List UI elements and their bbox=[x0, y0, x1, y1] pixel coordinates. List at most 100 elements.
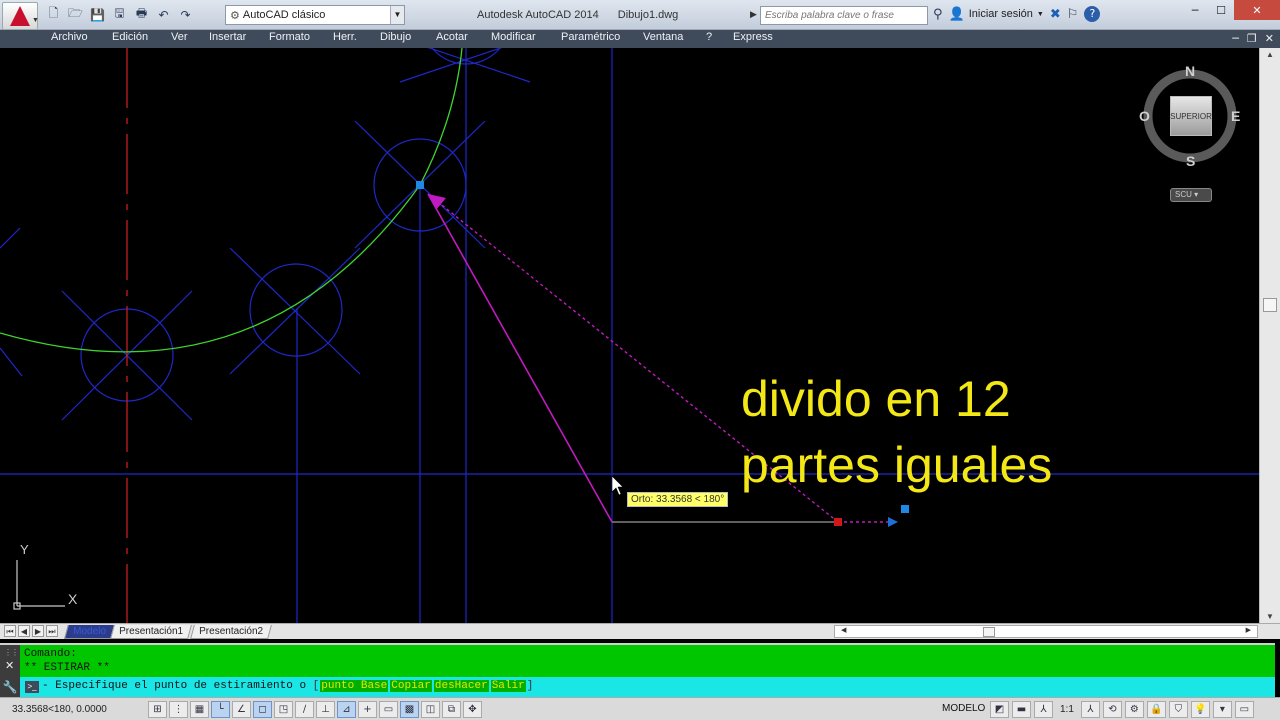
ucs-menu-button[interactable]: SCU ▾ bbox=[1170, 188, 1212, 202]
3d-osnap-icon[interactable]: ◳ bbox=[274, 701, 293, 718]
menu-ventana[interactable]: Ventana bbox=[643, 31, 683, 43]
print-icon[interactable]: 🖶 bbox=[132, 5, 151, 24]
osnap-icon[interactable]: ◻ bbox=[253, 701, 272, 718]
menu-edicion[interactable]: Edición bbox=[112, 31, 148, 43]
annotation-line-1: divido en 12 bbox=[741, 371, 1011, 427]
compass-west[interactable]: O bbox=[1139, 108, 1150, 124]
viewcube-face[interactable]: SUPERIOR bbox=[1170, 96, 1212, 136]
doc-close-icon[interactable]: ✕ bbox=[1265, 32, 1274, 45]
menu-archivo[interactable]: Archivo bbox=[51, 31, 88, 43]
next-tab-icon[interactable]: ▶ bbox=[32, 625, 44, 637]
polar-icon[interactable]: ∠ bbox=[232, 701, 251, 718]
scroll-up-icon[interactable]: ▲ bbox=[1266, 50, 1274, 59]
transparency-icon[interactable]: ▭ bbox=[379, 701, 398, 718]
application-menu-button[interactable]: ▼ bbox=[2, 2, 39, 30]
quick-properties-icon[interactable]: ▩ bbox=[400, 701, 419, 718]
prompt-icon[interactable]: >_ bbox=[25, 681, 39, 693]
option-salir[interactable]: Salir bbox=[490, 680, 526, 692]
selection-cycling-icon[interactable]: ◫ bbox=[421, 701, 440, 718]
menu-help[interactable]: ? bbox=[706, 31, 712, 43]
menu-acotar[interactable]: Acotar bbox=[436, 31, 468, 43]
option-deshacer[interactable]: desHacer bbox=[433, 680, 489, 692]
annotation-text: divido en 12 partes iguales bbox=[741, 366, 1052, 498]
otrack-icon[interactable]: ∕ bbox=[295, 701, 314, 718]
annotation-scale-icon[interactable]: ⅄ bbox=[1034, 701, 1053, 718]
exchange-icon[interactable]: ✖ bbox=[1050, 7, 1061, 22]
first-tab-icon[interactable]: ⏮ bbox=[4, 625, 16, 637]
redo-icon[interactable]: ↷ bbox=[176, 5, 195, 24]
command-prompt[interactable]: - Especifique el punto de estiramiento o… bbox=[42, 680, 533, 692]
compass-south[interactable]: S bbox=[1186, 153, 1195, 169]
lock-icon[interactable]: 🔒 bbox=[1146, 701, 1166, 718]
view-icon[interactable]: ▬ bbox=[1012, 701, 1031, 718]
compass-north[interactable]: N bbox=[1185, 63, 1195, 79]
doc-restore-icon[interactable]: ❐ bbox=[1247, 32, 1257, 45]
dyn-icon[interactable]: ⊿ bbox=[337, 701, 356, 718]
tab-presentacion2[interactable]: Presentación2 bbox=[190, 625, 272, 639]
annotation-scale-value[interactable]: 1:1 bbox=[1060, 704, 1074, 715]
scroll-left-icon[interactable]: ◀ bbox=[841, 626, 846, 634]
save-as-icon[interactable]: 🖫 bbox=[110, 5, 129, 24]
scroll-right-icon[interactable]: ▶ bbox=[1246, 626, 1251, 634]
ortho-icon[interactable]: └ bbox=[211, 701, 230, 718]
menu-herr[interactable]: Herr. bbox=[333, 31, 357, 43]
annotation-monitor-icon[interactable]: ⧉ bbox=[442, 701, 461, 718]
coordinates-readout[interactable]: 33.3568<180, 0.0000 bbox=[12, 704, 107, 715]
infer-constraints-icon[interactable]: ⊞ bbox=[148, 701, 167, 718]
binoculars-icon[interactable]: ⚲ bbox=[933, 7, 943, 22]
customize-icon[interactable]: 🔧 bbox=[0, 677, 20, 697]
prompt-text: Especifique el punto de estiramiento o bbox=[55, 680, 307, 692]
option-punto-base[interactable]: punto Base bbox=[320, 680, 389, 692]
workspace-dropdown[interactable]: ⚙ AutoCAD clásico ▼ bbox=[225, 5, 405, 25]
workspace-switch-icon[interactable]: ⚙ bbox=[1124, 701, 1144, 718]
new-file-icon[interactable]: 🗋 bbox=[44, 5, 63, 24]
menu-formato[interactable]: Formato bbox=[269, 31, 310, 43]
search-input[interactable]: Escriba palabra clave o frase bbox=[760, 6, 928, 25]
prev-tab-icon[interactable]: ◀ bbox=[18, 625, 30, 637]
menu-parametrico[interactable]: Paramétrico bbox=[561, 31, 620, 43]
help-icon[interactable]: ? bbox=[1084, 6, 1101, 22]
scroll-thumb[interactable] bbox=[1263, 298, 1277, 312]
vertical-scrollbar[interactable]: ▲ ▼ bbox=[1259, 48, 1280, 623]
compass-east[interactable]: E bbox=[1231, 108, 1240, 124]
sign-in-button[interactable]: 👤 Iniciar sesión ▼ bbox=[949, 7, 1044, 22]
grid-icon[interactable]: ▦ bbox=[190, 701, 209, 718]
layout-icon[interactable]: ◩ bbox=[990, 701, 1009, 718]
menu-express[interactable]: Express bbox=[733, 31, 773, 43]
scroll-thumb[interactable] bbox=[983, 627, 995, 637]
undo-icon[interactable]: ↶ bbox=[154, 5, 173, 24]
command-line-handle[interactable]: ⋮⋮ ✕ bbox=[0, 645, 20, 679]
connect-icon[interactable]: ⚐ bbox=[1067, 7, 1079, 22]
save-icon[interactable]: 💾 bbox=[88, 5, 107, 24]
annotation-visibility-icon[interactable]: ⅄ bbox=[1080, 701, 1100, 718]
status-menu-icon[interactable]: ▾ bbox=[1212, 701, 1232, 718]
hardware-acceleration-icon[interactable]: ⛉ bbox=[1168, 701, 1188, 718]
horizontal-scrollbar[interactable]: ◀ ▶ bbox=[834, 625, 1258, 638]
command-input-bar[interactable]: 🔧 >_ - Especifique el punto de estiramie… bbox=[0, 677, 1275, 697]
last-tab-icon[interactable]: ⏭ bbox=[46, 625, 58, 637]
close-icon[interactable]: ✕ bbox=[5, 659, 14, 672]
drawing-area[interactable]: SUPERIOR N S E O SCU ▾ Y X divido en 12 … bbox=[0, 48, 1259, 623]
lineweight-icon[interactable]: + bbox=[358, 701, 377, 718]
menu-dibujo[interactable]: Dibujo bbox=[380, 31, 411, 43]
doc-minimize-icon[interactable]: ─ bbox=[1232, 32, 1239, 45]
menu-modificar[interactable]: Modificar bbox=[491, 31, 536, 43]
close-icon[interactable]: ✕ bbox=[1234, 0, 1280, 20]
move-icon[interactable]: ✥ bbox=[463, 701, 482, 718]
isolate-objects-icon[interactable]: 💡 bbox=[1190, 701, 1210, 718]
search-expand-icon[interactable]: ▶ bbox=[750, 9, 757, 20]
minimize-icon[interactable]: ─ bbox=[1182, 0, 1208, 20]
scroll-down-icon[interactable]: ▼ bbox=[1266, 612, 1274, 621]
open-file-icon[interactable]: 🗁 bbox=[66, 5, 85, 24]
maximize-icon[interactable]: ☐ bbox=[1208, 0, 1234, 20]
tab-modelo[interactable]: Modelo bbox=[64, 625, 115, 639]
option-copiar[interactable]: Copiar bbox=[390, 680, 432, 692]
menu-insertar[interactable]: Insertar bbox=[209, 31, 246, 43]
autoscale-icon[interactable]: ⟲ bbox=[1102, 701, 1122, 718]
model-space-label[interactable]: MODELO bbox=[942, 703, 985, 714]
clean-screen-icon[interactable]: ▭ bbox=[1234, 701, 1254, 718]
ducs-icon[interactable]: ⊥ bbox=[316, 701, 335, 718]
tab-presentacion1[interactable]: Presentación1 bbox=[110, 625, 192, 639]
snap-icon[interactable]: ⋮ bbox=[169, 701, 188, 718]
menu-ver[interactable]: Ver bbox=[171, 31, 188, 43]
